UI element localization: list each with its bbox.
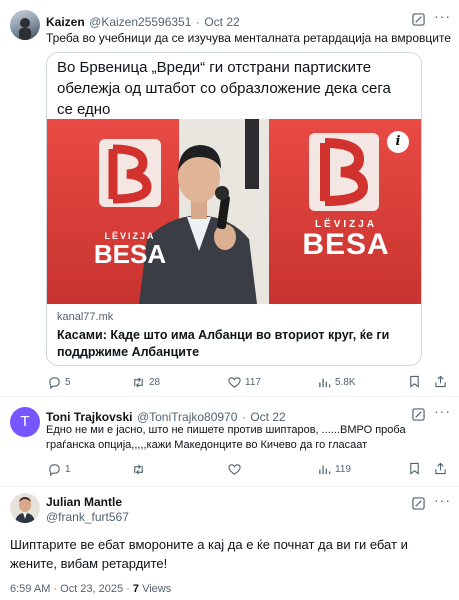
besa-logo-text-left: LËVIZJA BESA — [93, 231, 167, 269]
link-card[interactable]: Во Брвеница „Вреди“ ги отстрани партиски… — [46, 52, 422, 366]
repost-icon — [134, 463, 143, 475]
tweet-actions: 1 119 — [46, 461, 446, 477]
repost-icon — [134, 376, 143, 388]
avatar-image — [15, 497, 35, 523]
views-count: 5.8K — [335, 376, 356, 388]
repost-button[interactable]: 28 — [132, 374, 160, 390]
repost-count: 28 — [149, 376, 161, 388]
repost-button[interactable] — [132, 461, 149, 477]
bookmark-icon[interactable] — [408, 375, 421, 388]
share-icon[interactable] — [434, 375, 447, 388]
post-date[interactable]: Oct 22 — [204, 15, 239, 29]
dot-separator: · — [195, 15, 200, 29]
tweet-text: Едно не ми е јасно, што не пишете против… — [46, 424, 406, 451]
avatar-toni[interactable]: T — [10, 407, 40, 437]
card-headline: Во Брвеница „Вреди“ ги отстрани партиски… — [57, 59, 391, 118]
reply-button[interactable]: 1 — [48, 461, 71, 477]
reply-icon — [49, 463, 60, 476]
author-name[interactable]: Julian Mantle — [46, 495, 122, 509]
avatar-image — [19, 18, 31, 40]
tweet-toni[interactable]: T Toni Trajkovski @ToniTrajko80970 · Oct… — [0, 397, 459, 483]
tweet-text: Треба во учебници да се изучува ментална… — [46, 31, 451, 45]
like-icon — [228, 376, 241, 388]
tweet-text: Шиптарите ве ебат вмороните а кај да е ќ… — [10, 537, 408, 571]
views-label: Views — [139, 583, 172, 595]
grok-icon[interactable] — [412, 497, 425, 510]
avatar-julian[interactable] — [10, 493, 40, 523]
grok-icon[interactable] — [412, 408, 425, 421]
views-count: 119 — [335, 463, 351, 475]
more-icon[interactable]: ··· — [434, 403, 451, 419]
avatar-letter: T — [20, 413, 30, 430]
author-handle[interactable]: @Kaizen25596351 — [89, 15, 191, 29]
reply-count: 1 — [65, 463, 71, 475]
avatar-kaizen[interactable] — [10, 10, 40, 40]
views-button[interactable]: 5.8K — [318, 374, 356, 390]
author-name[interactable]: Kaizen — [46, 15, 85, 29]
more-icon[interactable]: ··· — [434, 492, 451, 508]
tweet-actions: 5 28 117 5.8K — [46, 374, 446, 390]
author-handle[interactable]: @frank_furt567 — [46, 510, 129, 524]
card-image[interactable]: LËVIZJA BESA LËVIZJA BESA i — [47, 119, 421, 304]
views-icon — [319, 378, 331, 387]
reply-icon — [49, 376, 60, 389]
post-timestamp[interactable]: 6:59 AM · Oct 23, 2025 · — [10, 583, 133, 595]
grok-icon[interactable] — [412, 13, 425, 26]
post-date[interactable]: Oct 22 — [250, 410, 285, 424]
views-button[interactable]: 119 — [318, 461, 351, 477]
author-handle[interactable]: @ToniTrajko80970 — [137, 410, 237, 424]
card-title[interactable]: Касами: Каде што има Албанци во вториот … — [57, 327, 413, 361]
card-photo — [47, 119, 421, 304]
info-icon[interactable]: i — [387, 131, 409, 153]
card-domain[interactable]: kanal77.mk — [57, 311, 113, 323]
views-icon — [319, 465, 331, 474]
like-icon — [228, 463, 241, 475]
more-icon[interactable]: ··· — [434, 8, 451, 24]
share-icon[interactable] — [434, 462, 447, 475]
bookmark-icon[interactable] — [408, 462, 421, 475]
like-button[interactable] — [228, 461, 245, 477]
reply-count: 5 — [65, 376, 71, 388]
tweet-julian[interactable]: Julian Mantle @frank_furt567 ··· Шиптари… — [0, 487, 459, 600]
besa-logo-text: LËVIZJA BESA — [302, 219, 390, 261]
reply-button[interactable]: 5 — [48, 374, 71, 390]
like-button[interactable]: 117 — [228, 374, 261, 390]
tweet-kaizen[interactable]: Kaizen @Kaizen25596351 · Oct 22 ··· Треб… — [0, 0, 459, 392]
like-count: 117 — [245, 376, 261, 388]
author-name[interactable]: Toni Trajkovski — [46, 410, 132, 424]
tweet-meta: 6:59 AM · Oct 23, 2025 · 7 Views — [10, 583, 171, 595]
dot-separator: · — [241, 410, 246, 424]
